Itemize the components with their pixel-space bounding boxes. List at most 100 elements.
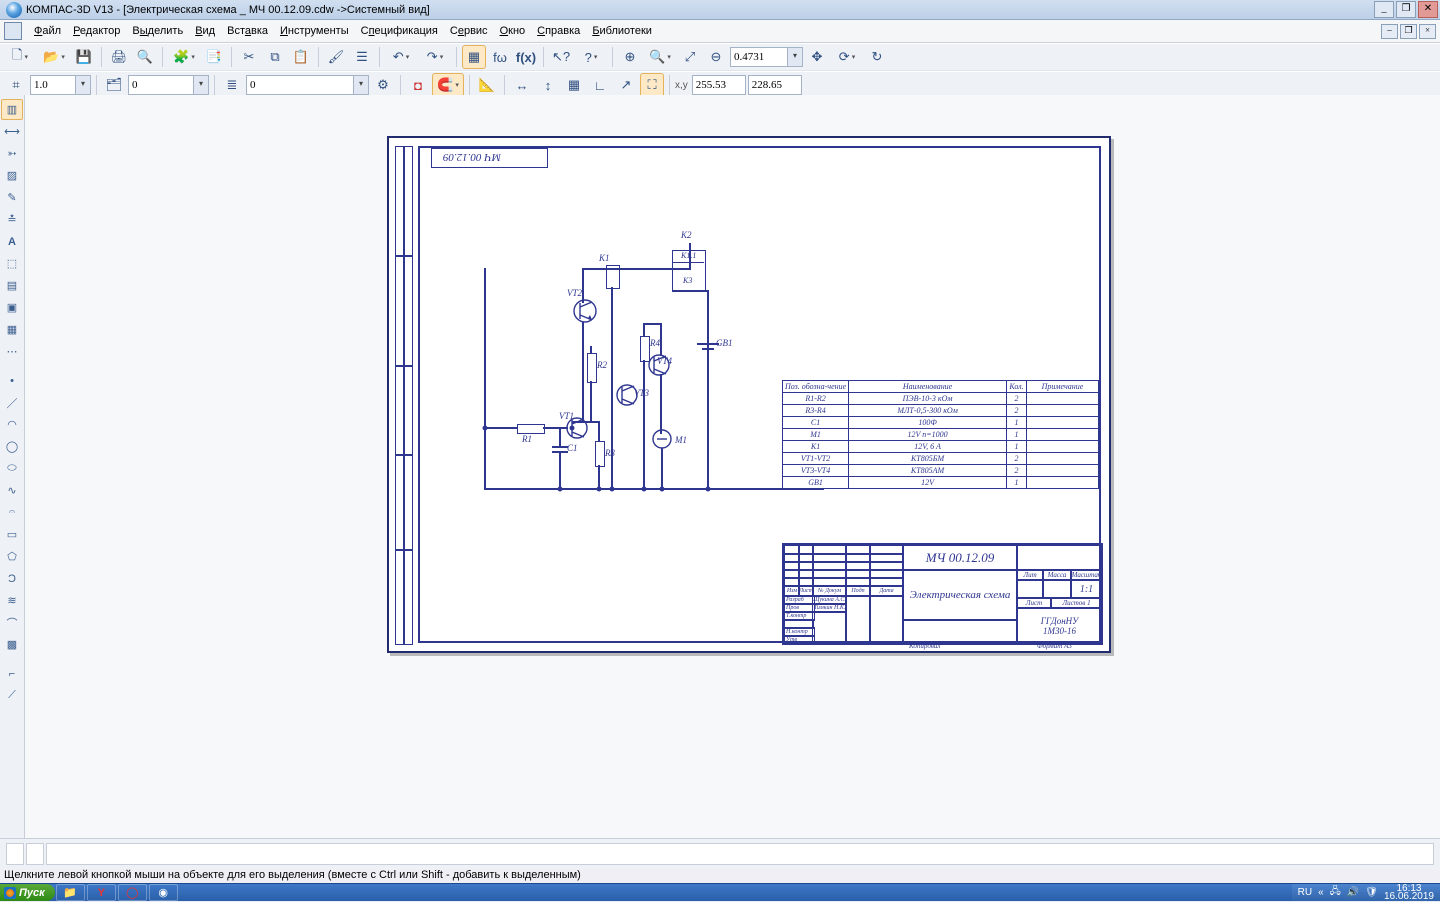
draw-ellipse[interactable]: ⬭ bbox=[1, 458, 23, 479]
orbit-button[interactable]: ⟳ bbox=[831, 45, 863, 69]
copy-button[interactable]: ⧉ bbox=[263, 45, 287, 69]
coord-y-input[interactable] bbox=[748, 75, 802, 95]
open-button[interactable]: 📂 bbox=[38, 45, 70, 69]
zoom-dd-button[interactable]: 🔍 bbox=[644, 45, 676, 69]
tool-geometry[interactable]: ▥ bbox=[1, 99, 23, 120]
layer-opt-button[interactable]: ⚙ bbox=[371, 73, 395, 97]
tool-text[interactable]: ➳ bbox=[1, 143, 23, 164]
tray-net-icon[interactable]: 🖧 bbox=[1330, 884, 1341, 901]
lcs-button[interactable]: ⛶ bbox=[640, 73, 664, 97]
vars-button[interactable]: fω bbox=[488, 45, 512, 69]
tray-shield-icon[interactable]: 🛡 bbox=[1365, 887, 1378, 898]
print-button[interactable]: 🖨 bbox=[107, 45, 131, 69]
draw-rect[interactable]: ▭ bbox=[1, 524, 23, 545]
minimize-button[interactable]: _ bbox=[1374, 1, 1394, 18]
layer-input[interactable] bbox=[246, 75, 354, 95]
ortho-button[interactable]: ∟ bbox=[588, 73, 612, 97]
menu-window[interactable]: Окно bbox=[494, 23, 532, 39]
system-tray[interactable]: RU « 🖧 🔊 🛡 16:13 16.06.2019 bbox=[1292, 884, 1440, 901]
mdi-minimize[interactable]: – bbox=[1381, 24, 1398, 39]
menu-view[interactable]: Вид bbox=[189, 23, 221, 39]
menu-tools[interactable]: Инструменты bbox=[274, 23, 355, 39]
draw-fillet[interactable]: ⌐ bbox=[1, 663, 23, 684]
draw-equid[interactable]: ≋ bbox=[1, 590, 23, 611]
zoom-out-button[interactable]: ⊖ bbox=[704, 45, 728, 69]
cut-button[interactable]: ✂ bbox=[237, 45, 261, 69]
manager-button[interactable]: ▦ bbox=[462, 45, 486, 69]
step-input[interactable] bbox=[30, 75, 76, 95]
menu-libs[interactable]: Библиотеки bbox=[586, 23, 658, 39]
property-field[interactable] bbox=[46, 843, 1434, 865]
taskbar-kompas-icon[interactable]: ◉ bbox=[149, 884, 178, 901]
snap-button[interactable]: 🧲 bbox=[432, 73, 464, 97]
draw-line[interactable]: ／ bbox=[1, 392, 23, 413]
mdi-close[interactable]: × bbox=[1419, 24, 1436, 39]
tool-more[interactable]: ⋯ bbox=[1, 341, 23, 362]
drawing-canvas[interactable]: МЧ 00.12.09 K2 K1.1 K3 K1 GB1 bbox=[25, 95, 1440, 839]
grid-button[interactable]: ▦ bbox=[562, 73, 586, 97]
lang-indicator[interactable]: RU bbox=[1298, 887, 1312, 898]
menu-spec[interactable]: Спецификация bbox=[355, 23, 444, 39]
tool-dim[interactable]: ⟷ bbox=[1, 121, 23, 142]
tool-hatch[interactable]: ▨ bbox=[1, 165, 23, 186]
draw-arc[interactable]: ◠ bbox=[1, 414, 23, 435]
draw-curve[interactable]: 𝄐 bbox=[1, 502, 23, 523]
tray-vol-icon[interactable]: 🔊 bbox=[1347, 887, 1359, 898]
redraw-button[interactable]: ↻ bbox=[865, 45, 889, 69]
draw-cont[interactable]: Ɔ bbox=[1, 568, 23, 589]
grid-origin-button[interactable]: ⌗ bbox=[4, 73, 28, 97]
zoom-input[interactable] bbox=[730, 47, 788, 67]
paste-button[interactable]: 📋 bbox=[289, 45, 313, 69]
tool-select[interactable]: ⬚ bbox=[1, 253, 23, 274]
taskbar-explorer-icon[interactable]: 📁 bbox=[56, 884, 85, 901]
stop-button[interactable]: ◘ bbox=[406, 73, 430, 97]
menu-edit[interactable]: Редактор bbox=[67, 23, 126, 39]
menu-help[interactable]: Справка bbox=[531, 23, 586, 39]
menu-service[interactable]: Сервис bbox=[444, 23, 494, 39]
copy-props-button[interactable]: 🖌 bbox=[324, 45, 348, 69]
redo-button[interactable]: ↷ bbox=[419, 45, 451, 69]
states-button[interactable]: 🗂 bbox=[102, 73, 126, 97]
tool-report[interactable]: ▣ bbox=[1, 297, 23, 318]
macro-button[interactable]: f(x) bbox=[514, 45, 538, 69]
step-combo[interactable]: ▾ bbox=[30, 75, 91, 95]
draw-point[interactable]: • bbox=[1, 370, 23, 391]
tool-edit[interactable]: ✎ bbox=[1, 187, 23, 208]
ortho-y-button[interactable]: ↕ bbox=[536, 73, 560, 97]
menu-insert[interactable]: Вставка bbox=[221, 23, 274, 39]
zoom-in-button[interactable]: ⊕ bbox=[618, 45, 642, 69]
layers-button[interactable]: ≣ bbox=[220, 73, 244, 97]
close-button[interactable]: ✕ bbox=[1418, 1, 1438, 18]
zoom-fit-button[interactable]: ⤢ bbox=[678, 45, 702, 69]
tree-button[interactable]: 🧩 bbox=[168, 45, 200, 69]
draw-chamfer[interactable]: ⟋ bbox=[1, 685, 23, 706]
save-button[interactable]: 💾 bbox=[72, 45, 96, 69]
taskbar-opera-icon[interactable]: ◯ bbox=[118, 884, 147, 901]
coord-x-input[interactable] bbox=[692, 75, 746, 95]
draw-circle[interactable]: ◯ bbox=[1, 436, 23, 457]
layer-combo[interactable]: ▾ bbox=[246, 75, 369, 95]
start-button[interactable]: Пуск bbox=[0, 884, 55, 901]
draw-hatch2[interactable]: ▩ bbox=[1, 634, 23, 655]
zoom-combo[interactable]: ▾ bbox=[730, 47, 803, 67]
tool-views[interactable]: ▦ bbox=[1, 319, 23, 340]
ortho-x-button[interactable]: ↔ bbox=[510, 73, 534, 97]
new-button[interactable]: 🗋 bbox=[4, 45, 36, 69]
mdi-restore[interactable]: ❐ bbox=[1400, 24, 1417, 39]
param-button[interactable]: 📐 bbox=[475, 73, 499, 97]
state-combo[interactable]: ▾ bbox=[128, 75, 209, 95]
help-dd-button[interactable]: ? bbox=[575, 45, 607, 69]
tool-param[interactable]: ≛ bbox=[1, 209, 23, 230]
tool-measure[interactable]: A bbox=[1, 231, 23, 252]
menu-file[interactable]: Файл bbox=[28, 23, 67, 39]
draw-collect[interactable]: ⌒ bbox=[1, 612, 23, 633]
tray-up-icon[interactable]: « bbox=[1318, 887, 1324, 898]
draw-poly[interactable]: ⬠ bbox=[1, 546, 23, 567]
preview-button[interactable]: 🔍 bbox=[133, 45, 157, 69]
pan-button[interactable]: ✥ bbox=[805, 45, 829, 69]
draw-spline[interactable]: ∿ bbox=[1, 480, 23, 501]
menu-select[interactable]: Выделить bbox=[126, 23, 189, 39]
help-cursor-button[interactable]: ↖? bbox=[549, 45, 573, 69]
round-button[interactable]: ↗ bbox=[614, 73, 638, 97]
state-input[interactable] bbox=[128, 75, 194, 95]
